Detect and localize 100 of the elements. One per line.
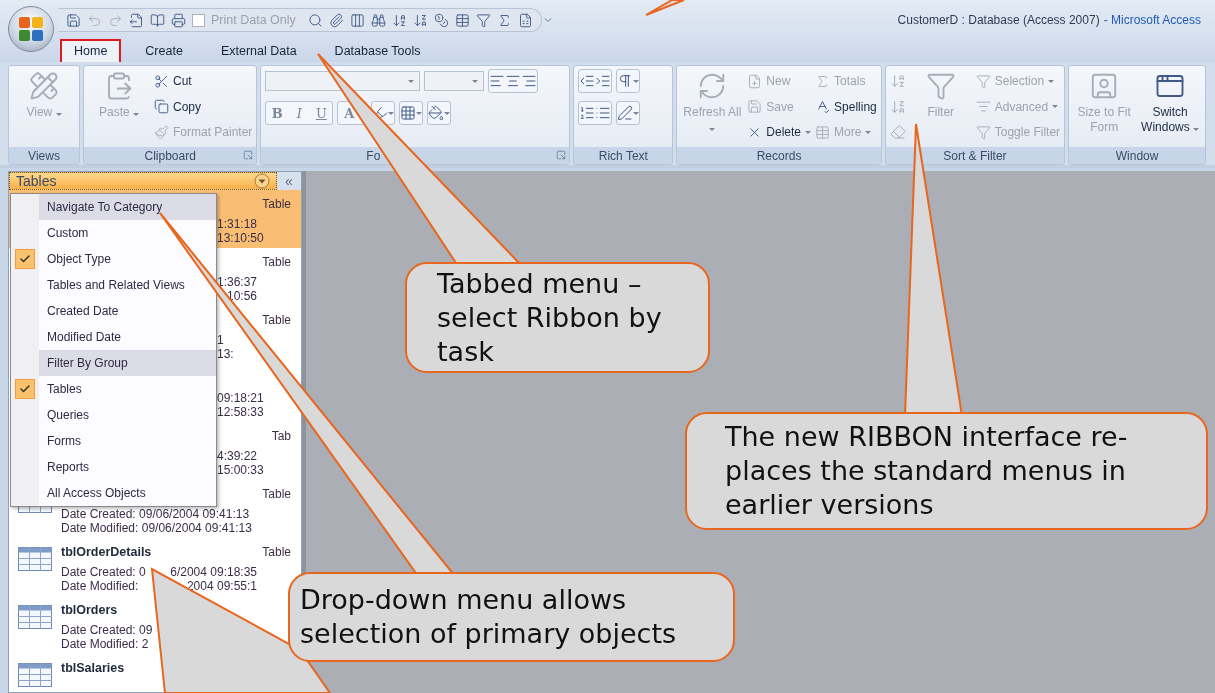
object-type: Table (262, 545, 291, 561)
new-record-icon (747, 73, 763, 89)
object-type: Table (262, 487, 291, 503)
menu-header: Filter By Group (39, 350, 216, 376)
ribbon-tab[interactable]: Create (131, 39, 197, 62)
spreadsheet-icon (517, 12, 533, 28)
date-text: Date Created: 09 (61, 623, 153, 637)
menu-item[interactable]: Modified Date (39, 330, 122, 344)
dialog-launcher-icon[interactable] (556, 150, 567, 160)
caret-icon (444, 111, 451, 115)
caret-icon (472, 79, 479, 83)
menu-item[interactable]: Custom (39, 226, 89, 240)
printer-icon (171, 12, 186, 28)
table-icon (18, 547, 52, 571)
table-icon (18, 663, 52, 687)
fill-icon (428, 105, 445, 121)
align-center-icon (505, 73, 522, 89)
object-type: Table (262, 197, 291, 213)
date-text: Date Modified: 2 (61, 637, 149, 651)
undo-icon (87, 12, 102, 28)
caret-icon (388, 111, 395, 115)
gridlines-icon (400, 105, 417, 121)
filter-icon (925, 71, 956, 101)
object-name: tblOrders (61, 603, 118, 619)
date-text: 1:36:37 (217, 275, 258, 289)
align-left-icon (489, 73, 506, 89)
ribbon-tab[interactable]: Database Tools (320, 39, 435, 62)
numbered-list-icon (579, 105, 596, 121)
dialog-launcher-icon[interactable] (243, 150, 254, 160)
export-icon (129, 12, 144, 28)
save-icon (66, 12, 81, 28)
columns-icon (349, 12, 365, 28)
ribbon-tab[interactable]: External Data (206, 39, 311, 62)
ribbon-button[interactable]: Delete (747, 120, 812, 144)
office-button[interactable] (8, 6, 54, 52)
date-text: 4:39:22 (217, 449, 258, 463)
scissors-icon (154, 73, 169, 89)
checkbox[interactable] (192, 13, 205, 27)
caret-icon (416, 111, 423, 115)
menu-item[interactable]: All Access Objects (39, 486, 146, 500)
office-logo-icon (18, 16, 44, 42)
group-label: Sort & Filter (943, 148, 1007, 163)
ribbon-button[interactable]: Cut (154, 69, 253, 93)
list-filter-icon (975, 99, 991, 114)
sort-ascending-icon (391, 12, 407, 28)
caret-icon (633, 111, 640, 115)
date-text: 12:58:33 (217, 405, 264, 419)
date-text: 1:31:18 (217, 217, 258, 231)
date-text: Date Modified: (61, 579, 139, 593)
filter-icon (475, 12, 491, 28)
print-preview-icon (307, 12, 323, 28)
book-icon (150, 12, 165, 28)
date-text: Date Created: 09/06/2004 09:41:13 (61, 507, 250, 521)
object-type: Table (262, 313, 291, 329)
menu-header: Navigate To Category (39, 194, 216, 220)
binoculars-icon (370, 12, 386, 28)
object-type: Table (262, 255, 291, 271)
filter-icon (975, 73, 991, 89)
menu-item[interactable]: Object Type (39, 252, 111, 266)
dropdown-icon (254, 173, 270, 189)
redo-icon (108, 12, 123, 28)
menu-item[interactable]: Reports (39, 460, 90, 474)
indent-icon (595, 73, 612, 89)
table-icon (454, 12, 470, 28)
date-text: 6/2004 09:18:35 (170, 565, 257, 579)
date-text: Date Modified: 09/06/2004 09:41:13 (61, 521, 252, 535)
sort-descending-icon (889, 98, 906, 115)
pen-icon (617, 105, 634, 121)
date-text: 2004 09:55:1 (186, 579, 257, 593)
ribbon-tab[interactable]: Home (60, 39, 122, 62)
menu-item[interactable]: Queries (39, 408, 90, 422)
ribbon-button[interactable]: Copy (154, 94, 253, 119)
table-icon (815, 124, 831, 140)
menu-item[interactable]: Tables (39, 382, 82, 396)
group-label: Window (1115, 148, 1159, 163)
group-label: Records (756, 148, 802, 163)
callout-pointer (645, 0, 685, 16)
group-label: Fo (366, 148, 381, 163)
menu-item[interactable]: Forms (39, 434, 81, 448)
group-label: Views (28, 148, 60, 163)
menu-item[interactable]: Tables and Related Views (39, 278, 185, 292)
object-name: tblSalaries (61, 661, 125, 677)
font-name-field[interactable] (265, 71, 421, 91)
font-size-field[interactable] (424, 71, 485, 91)
outdent-icon (579, 73, 596, 89)
menu-item[interactable]: Created Date (39, 304, 119, 318)
collapse-button[interactable]: « (277, 172, 301, 190)
paintbrush-icon (154, 124, 169, 140)
coins-icon (433, 12, 449, 28)
sort-descending-icon (412, 12, 428, 28)
copy-icon (154, 99, 169, 114)
ribbon-button[interactable]: Spelling (815, 94, 877, 119)
ribbon-button[interactable]: Switch Windows (1139, 69, 1202, 135)
checkbox-label: Print Data Only (211, 13, 296, 27)
category-dropdown[interactable]: Tables (9, 172, 277, 190)
pencil-ruler-icon (29, 71, 59, 101)
sort-ascending-icon (889, 73, 906, 89)
date-text: 10:56 (226, 289, 257, 303)
date-text: 1 (217, 333, 224, 347)
caret-icon (633, 79, 640, 83)
